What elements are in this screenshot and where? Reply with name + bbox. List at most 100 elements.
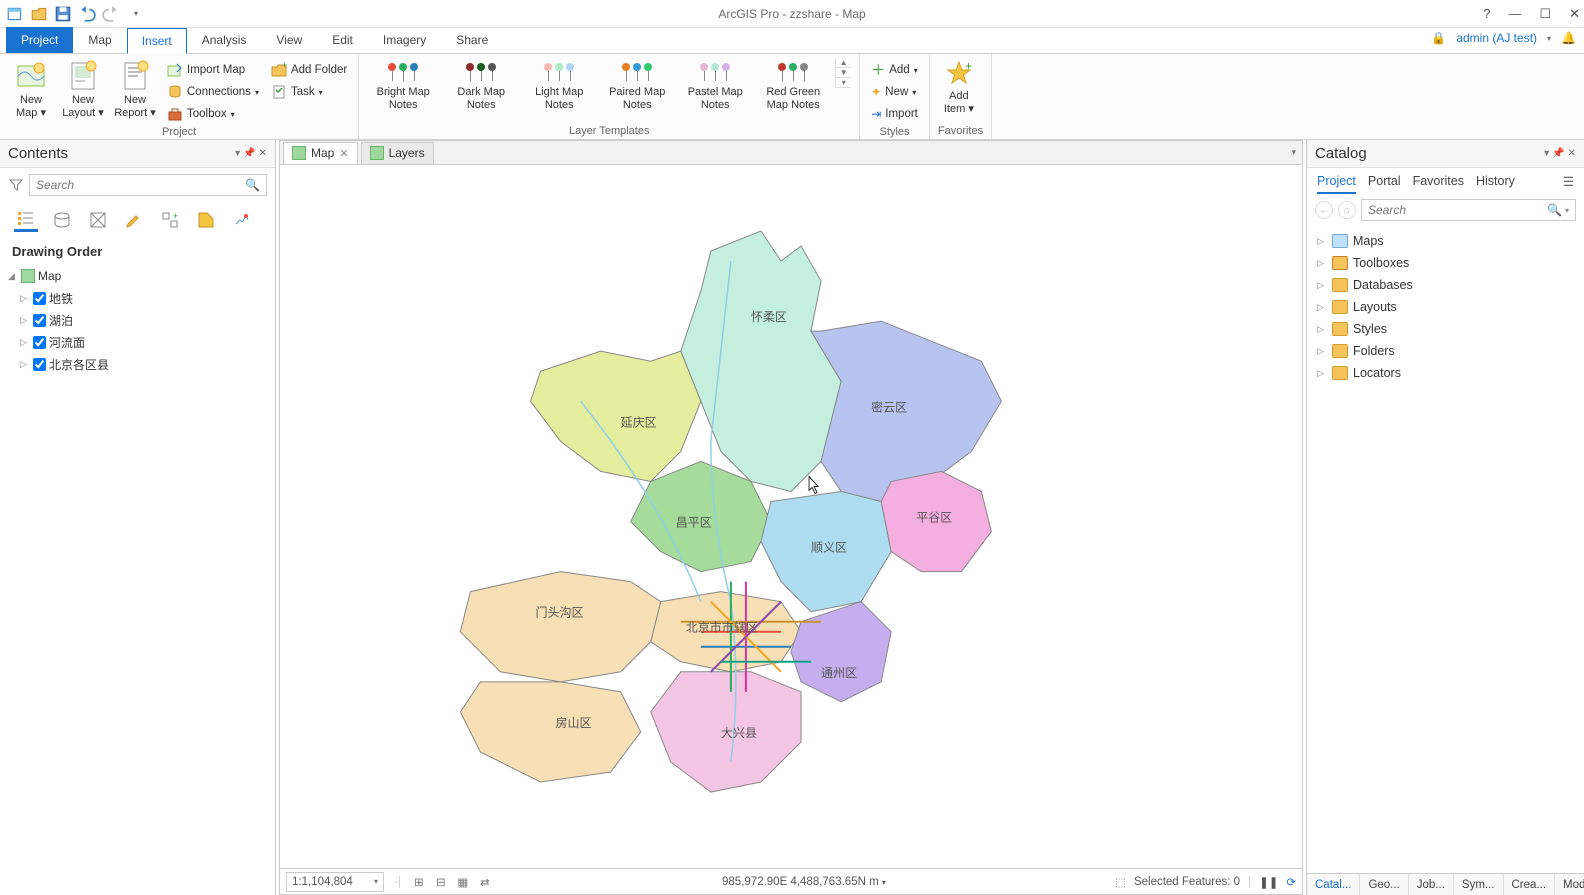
add-style-button[interactable]: ＋Add ▾ (868, 60, 921, 80)
open-project-icon[interactable] (30, 5, 48, 23)
pause-icon[interactable]: ❚❚ (1259, 875, 1278, 889)
import-style-button[interactable]: ⇥Import (868, 104, 921, 124)
catalog-item-toolboxes[interactable]: ▷Toolboxes (1317, 252, 1574, 274)
catalog-close-icon[interactable]: ✕ (1568, 148, 1576, 159)
btab-geo[interactable]: Geo... (1360, 874, 1408, 895)
minimize-icon[interactable]: — (1508, 6, 1521, 21)
connections-button[interactable]: Connections ▾ (164, 82, 262, 102)
add-folder-button[interactable]: +Add Folder (268, 60, 350, 80)
maximize-icon[interactable]: ☐ (1539, 6, 1551, 22)
close-icon[interactable]: ✕ (1569, 6, 1580, 22)
contents-dropdown-icon[interactable]: ▾ (235, 148, 240, 159)
notifications-icon[interactable]: 🔔 (1561, 31, 1576, 45)
region-huairou[interactable] (681, 231, 841, 492)
layer-rivers[interactable]: ▷河流面 (8, 331, 267, 353)
layers-tab[interactable]: Layers (361, 142, 434, 164)
scale-input[interactable]: 1:1,104,804▾ (286, 872, 384, 892)
catalog-item-databases[interactable]: ▷Databases (1317, 274, 1574, 296)
map-view[interactable]: 怀柔区 密云区 延庆区 昌平区 顺义区 平谷区 门头沟区 北京市市辖区 通州区 … (280, 165, 1302, 868)
contents-search-field[interactable] (36, 178, 245, 192)
import-map-button[interactable]: Import Map (164, 60, 262, 80)
catalog-item-locators[interactable]: ▷Locators (1317, 362, 1574, 384)
region-tongzhou[interactable] (791, 602, 891, 702)
bright-map-notes-button[interactable]: Bright Map Notes (367, 58, 439, 111)
btab-sym[interactable]: Sym... (1454, 874, 1504, 895)
list-by-selection-icon[interactable] (86, 208, 110, 232)
list-by-drawing-order-icon[interactable] (14, 208, 38, 232)
save-icon[interactable] (54, 5, 72, 23)
new-style-button[interactable]: ✦New ▾ (868, 82, 921, 102)
catalog-tab-favorites[interactable]: Favorites (1413, 174, 1464, 194)
list-by-source-icon[interactable] (50, 208, 74, 232)
catalog-search-input[interactable]: 🔍▾ (1361, 199, 1576, 221)
catalog-back-icon[interactable]: ← (1315, 201, 1333, 219)
redgreen-map-notes-button[interactable]: Red Green Map Notes (757, 58, 829, 111)
gallery-down-icon[interactable]: ▼ (836, 68, 851, 78)
gallery-up-icon[interactable]: ▲ (836, 58, 851, 68)
coords-dropdown-icon[interactable]: ▾ (882, 878, 886, 887)
btab-job[interactable]: Job... (1409, 874, 1454, 895)
tab-view[interactable]: View (261, 27, 317, 53)
tab-insert[interactable]: Insert (127, 28, 187, 54)
catalog-dropdown-icon[interactable]: ▾ (1544, 148, 1549, 159)
qat-customize-icon[interactable] (126, 5, 144, 23)
catalog-menu-icon[interactable]: ☰ (1563, 174, 1574, 189)
new-layout-button[interactable]: New Layout ▾ (60, 58, 106, 119)
dynamic-icon[interactable]: ⇄ (477, 874, 493, 890)
tab-imagery[interactable]: Imagery (368, 27, 441, 53)
user-dropdown-icon[interactable]: ▾ (1547, 34, 1551, 43)
catalog-tab-portal[interactable]: Portal (1368, 174, 1401, 194)
map-tab-close-icon[interactable]: ✕ (339, 147, 348, 160)
new-report-button[interactable]: New Report ▾ (112, 58, 158, 119)
contents-close-icon[interactable]: ✕ (259, 148, 267, 159)
catalog-home-icon[interactable]: ⌂ (1338, 201, 1356, 219)
grid-icon[interactable]: ⊟ (433, 874, 449, 890)
tab-map[interactable]: Map (73, 27, 126, 53)
user-name[interactable]: admin (AJ test) (1456, 31, 1537, 45)
layer-rivers-checkbox[interactable] (33, 336, 46, 349)
constraint-icon[interactable]: ▦ (455, 874, 471, 890)
region-yanqing[interactable] (530, 351, 700, 481)
region-mentougou[interactable] (460, 572, 660, 682)
layer-districts-checkbox[interactable] (33, 358, 46, 371)
tabstrip-dropdown-icon[interactable]: ▾ (1291, 147, 1296, 158)
new-project-icon[interactable] (6, 5, 24, 23)
filter-icon[interactable] (8, 177, 24, 193)
add-item-button[interactable]: + Add Item ▾ (938, 58, 980, 115)
catalog-item-maps[interactable]: ▷Maps (1317, 230, 1574, 252)
layer-districts[interactable]: ▷北京各区县 (8, 353, 267, 375)
list-by-editing-icon[interactable] (122, 208, 146, 232)
refresh-icon[interactable]: ⟳ (1286, 875, 1296, 889)
redo-icon[interactable] (102, 5, 120, 23)
pastel-map-notes-button[interactable]: Pastel Map Notes (679, 58, 751, 111)
tab-edit[interactable]: Edit (317, 27, 368, 53)
catalog-tab-history[interactable]: History (1476, 174, 1515, 194)
map-tab[interactable]: Map✕ (283, 142, 358, 164)
btab-catalog[interactable]: Catal... (1307, 874, 1360, 895)
catalog-search-field[interactable] (1368, 203, 1547, 217)
layer-subway-checkbox[interactable] (33, 292, 46, 305)
tab-analysis[interactable]: Analysis (187, 27, 262, 53)
layer-subway[interactable]: ▷地铁 (8, 287, 267, 309)
help-icon[interactable]: ? (1483, 6, 1490, 21)
dark-map-notes-button[interactable]: Dark Map Notes (445, 58, 517, 111)
catalog-pin-icon[interactable]: 📌 (1552, 148, 1564, 159)
catalog-search-icon[interactable]: 🔍 (1547, 203, 1562, 217)
new-map-button[interactable]: New Map ▾ (8, 58, 54, 119)
list-by-snapping-icon[interactable]: + (158, 208, 182, 232)
map-canvas[interactable]: 怀柔区 密云区 延庆区 昌平区 顺义区 平谷区 门头沟区 北京市市辖区 通州区 … (280, 165, 1302, 868)
search-icon[interactable]: 🔍 (245, 178, 260, 192)
paired-map-notes-button[interactable]: Paired Map Notes (601, 58, 673, 111)
snapping-icon[interactable]: ⊞ (411, 874, 427, 890)
tree-map-root[interactable]: ◢Map (8, 265, 267, 287)
btab-crea[interactable]: Crea... (1504, 874, 1556, 895)
layer-lakes[interactable]: ▷湖泊 (8, 309, 267, 331)
task-button[interactable]: Task ▾ (268, 82, 350, 102)
gallery-expand-icon[interactable]: ▾ (836, 78, 851, 88)
light-map-notes-button[interactable]: Light Map Notes (523, 58, 595, 111)
list-by-labeling-icon[interactable] (194, 208, 218, 232)
catalog-tab-project[interactable]: Project (1317, 174, 1356, 194)
list-by-perceptual-icon[interactable] (230, 208, 254, 232)
catalog-item-folders[interactable]: ▷Folders (1317, 340, 1574, 362)
tab-share[interactable]: Share (441, 27, 503, 53)
